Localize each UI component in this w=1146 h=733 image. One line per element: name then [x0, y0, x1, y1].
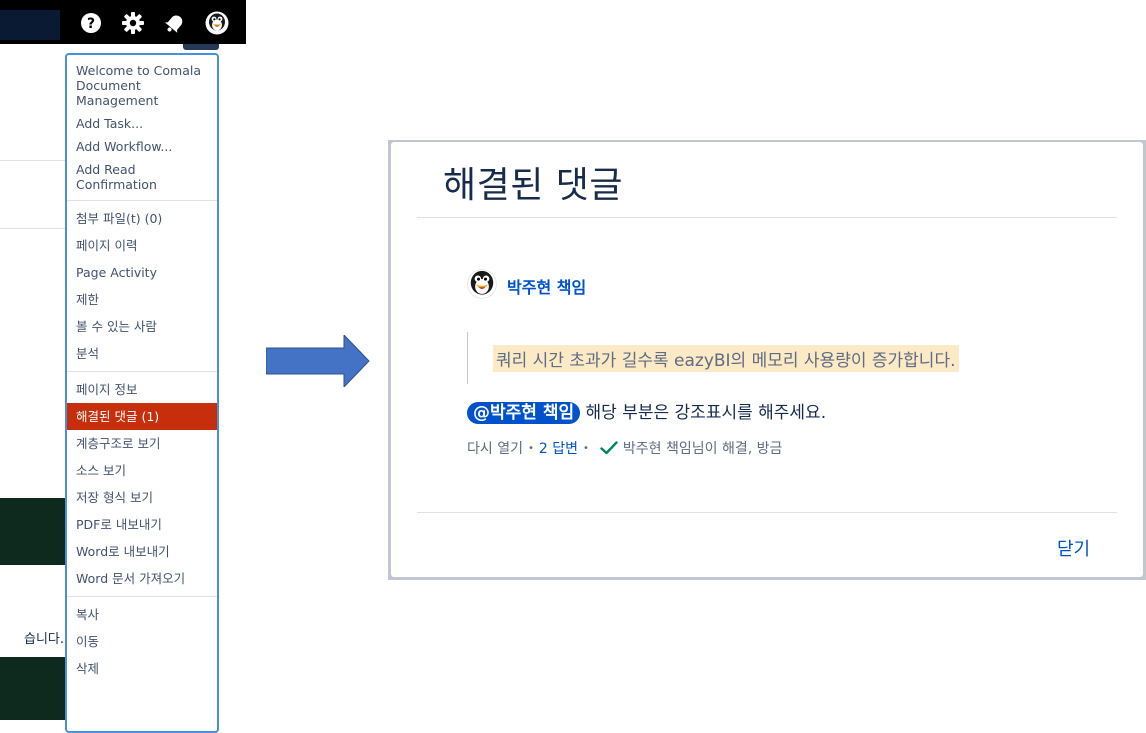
menu-item[interactable]: 이동 [67, 628, 217, 655]
user-avatar-icon[interactable] [205, 11, 229, 35]
reopen-link[interactable]: 다시 열기 [467, 438, 523, 458]
help-icon[interactable]: ? [79, 11, 103, 35]
svg-text:?: ? [87, 16, 95, 32]
page-dark-panel [0, 498, 66, 565]
menu-item[interactable]: Page Activity [67, 259, 217, 286]
menu-item[interactable]: 분석 [67, 340, 217, 367]
menu-section: 첨부 파일(t) (0) 페이지 이력 Page Activity 제한 볼 수 있는 … [67, 201, 217, 372]
page-dark-panel [0, 657, 66, 720]
menu-item[interactable]: Word 문서 가져오기 [67, 565, 217, 592]
menu-toggle-tab [183, 44, 219, 50]
menu-item[interactable]: 첨부 파일(t) (0) [67, 205, 217, 232]
search-field[interactable] [0, 10, 60, 40]
page-body-text: 습니다. [23, 632, 64, 647]
dialog-title: 해결된 댓글 [443, 165, 624, 206]
notifications-icon[interactable] [163, 11, 187, 35]
menu-item[interactable]: PDF로 내보내기 [67, 511, 217, 538]
close-button[interactable]: 닫기 [1057, 535, 1090, 561]
menu-item[interactable]: 페이지 정보 [67, 376, 217, 403]
top-navigation-bar: ? [0, 0, 246, 44]
menu-item[interactable]: 페이지 이력 [67, 232, 217, 259]
menu-section: 페이지 정보 해결된 댓글 (1) 계층구조로 보기 소스 보기 저장 형식 보기 PDF… [67, 372, 217, 597]
menu-item[interactable]: 저장 형식 보기 [67, 484, 217, 511]
resolved-status: 박주현 책임님이 해결, 방금 [622, 441, 783, 457]
page-divider [0, 228, 66, 229]
menu-item[interactable]: 제한 [67, 286, 217, 313]
user-mention[interactable]: @박주현 책임 [467, 402, 581, 424]
dialog-header-divider [417, 217, 1117, 218]
author-avatar-icon[interactable] [467, 269, 497, 303]
comment-meta: 다시 열기 • 2 답변 • 박주현 책임님이 해결, 방금 [467, 438, 782, 458]
separator-dot: • [527, 442, 534, 454]
highlighted-quote: 쿼리 시간 초과가 길수록 eazyBI의 메모리 사용량이 증가합니다. [493, 345, 959, 372]
dialog-footer-divider [417, 512, 1117, 513]
author-name-link[interactable]: 박주현 책임 [507, 274, 586, 298]
menu-item[interactable]: 볼 수 있는 사람 [67, 313, 217, 340]
menu-item[interactable]: Word로 내보내기 [67, 538, 217, 565]
arrow-right-icon [266, 335, 370, 387]
quoted-text-block: 쿼리 시간 초과가 길수록 eazyBI의 메모리 사용량이 증가합니다. [467, 332, 959, 384]
menu-section: 복사 이동 삭제 [67, 597, 217, 686]
page-divider [0, 160, 66, 161]
comment-body: @박주현 책임 해당 부분은 강조표시를 해주세요. [467, 398, 827, 424]
menu-item[interactable]: 소스 보기 [67, 457, 217, 484]
resolved-comments-dialog: 해결된 댓글 박주현 책임 쿼리 시간 초과가 길수록 eazyBI의 메모리 … [391, 142, 1143, 577]
page-actions-menu: Welcome to Comala Document Management Add… [65, 53, 219, 733]
menu-item[interactable]: 해결된 댓글 (1) [67, 403, 217, 430]
comment-text: 해당 부분은 강조표시를 해주세요. [585, 403, 827, 423]
menu-section: Welcome to Comala Document Management Add… [67, 55, 217, 201]
replies-link[interactable]: 2 답변 [539, 438, 578, 458]
check-icon [600, 441, 618, 455]
separator-dot: • [583, 442, 589, 454]
menu-item[interactable]: Add Workflow... [67, 135, 217, 158]
settings-icon[interactable] [121, 11, 145, 35]
menu-item[interactable]: 삭제 [67, 655, 217, 682]
menu-item[interactable]: Add Read Confirmation [67, 158, 217, 196]
comment-author: 박주현 책임 [467, 269, 586, 303]
menu-item[interactable]: 계층구조로 보기 [67, 430, 217, 457]
menu-item[interactable]: Welcome to Comala Document Management [67, 59, 217, 112]
menu-item[interactable]: Add Task... [67, 112, 217, 135]
menu-item[interactable]: 복사 [67, 601, 217, 628]
